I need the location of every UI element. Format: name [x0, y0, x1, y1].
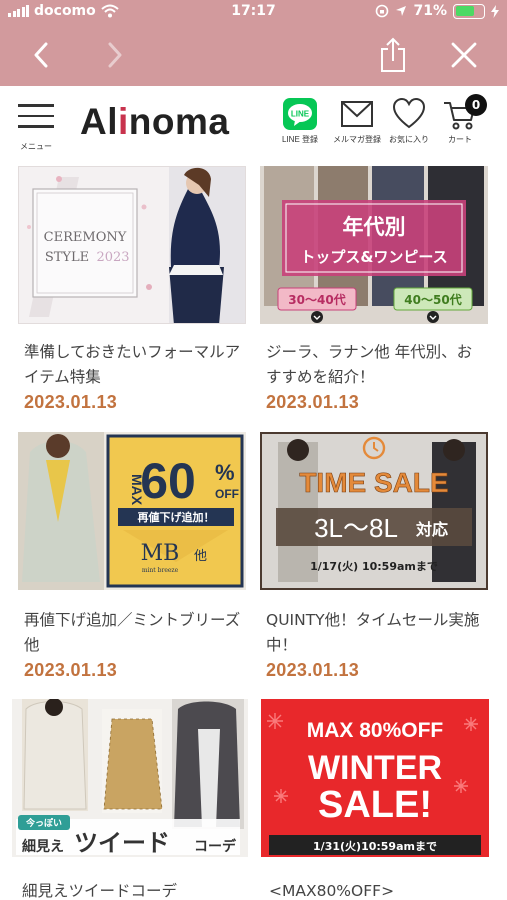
menu-icon-bar — [18, 114, 54, 117]
size-suffix: 対応 — [415, 520, 448, 539]
winter-sale-line3: SALE! — [318, 784, 432, 826]
site-logo[interactable]: Alinoma — [80, 102, 229, 142]
newsletter-button[interactable]: メルマガ登録 — [333, 98, 381, 145]
time-sale-deadline: 1/17(火) 10:59amまで — [310, 560, 438, 573]
tweed-suffix: コーデ — [194, 838, 237, 855]
back-button[interactable] — [18, 32, 64, 78]
rotation-lock-icon — [376, 4, 389, 18]
article-card-time-sale[interactable]: TIME SALE 3L～8L 対応 1/17(火) 10:59amまで QUI… — [260, 432, 488, 687]
article-card-generation[interactable]: 年代別 トップス&ワンピース 30～40代 40～50代 ジーラ、ラナン他 年代… — [260, 166, 488, 416]
charging-icon — [491, 4, 499, 18]
winter-sale-line1: MAX 80%OFF — [307, 719, 444, 742]
battery-icon — [453, 3, 485, 19]
generation-banner: 年代別 トップス&ワンピース 30～40代 40～50代 — [260, 166, 488, 324]
generation-subtitle: トップス&ワンピース — [300, 248, 447, 266]
brand-suffix: 他 — [194, 549, 207, 564]
location-icon — [396, 6, 407, 16]
favorites-label: お気に入り — [389, 135, 429, 144]
ceremony-year: 2023 — [96, 250, 129, 265]
menu-button[interactable]: メニュー — [16, 104, 56, 151]
article-image[interactable]: 今っぽい 細見え ツイード コーデ — [12, 699, 248, 857]
tweed-tag: 今っぽい — [25, 817, 62, 829]
article-date: 2023.01.13 — [266, 392, 360, 412]
battery-percent: 71% — [413, 3, 447, 19]
article-image[interactable]: MAX 60 % OFF 再値下げ追加！ MB 他 mint breeze — [18, 432, 246, 590]
chevron-left-icon — [34, 42, 48, 68]
size-range: 3L～8L — [314, 513, 398, 543]
cart-button[interactable]: 0 カート — [443, 94, 487, 145]
winter-sale-line2: WINTER — [308, 749, 442, 787]
chevron-right-icon — [108, 42, 122, 68]
winter-sale-deadline: 1/31(火)10:59amまで — [313, 840, 437, 853]
status-bar: docomo 17:17 71% — [0, 0, 507, 24]
menu-icon-bar — [18, 125, 54, 128]
off-label: OFF — [215, 487, 239, 501]
generation-title: 年代別 — [343, 214, 406, 239]
article-card-winter-sale[interactable]: MAX 80%OFF WINTER SALE! 1/31(火)10:59amまで… — [261, 699, 489, 900]
brand-sub: mint breeze — [142, 567, 179, 574]
percent-value: 60 — [140, 453, 196, 509]
article-image[interactable]: MAX 80%OFF WINTER SALE! 1/31(火)10:59amまで — [261, 699, 489, 857]
line-icon-text: LINE — [291, 110, 310, 119]
site-header: メニュー Alinoma LINE LINE 登録 メルマガ登録 お気に入り 0… — [0, 86, 507, 152]
article-image[interactable]: TIME SALE 3L～8L 対応 1/17(火) 10:59amまで — [260, 432, 488, 590]
menu-icon — [18, 104, 54, 107]
ceremony-line1: CEREMONY — [44, 230, 127, 245]
article-card-tweed[interactable]: 今っぽい 細見え ツイード コーデ 細見えツイードコーデ — [12, 699, 248, 900]
price-down-strip: 再値下げ追加！ — [138, 510, 215, 524]
logo-prefix: Al — [80, 101, 118, 142]
percent-sign: % — [215, 460, 235, 485]
article-date: 2023.01.13 — [24, 660, 118, 680]
browser-toolbar — [0, 24, 507, 86]
article-title[interactable]: 細見えツイードコーデ — [22, 879, 242, 900]
article-title[interactable]: <MAX80%OFF> — [269, 879, 489, 900]
mail-icon — [341, 101, 373, 127]
heart-icon — [392, 98, 426, 129]
ceremony-line2: STYLE — [45, 250, 89, 265]
article-card-ceremony[interactable]: CEREMONY STYLE 2023 準備しておきたいフォーマルアイテム特集 … — [18, 166, 246, 416]
line-register-button[interactable]: LINE LINE 登録 — [282, 98, 318, 145]
newsletter-label: メルマガ登録 — [333, 135, 381, 144]
menu-label: メニュー — [20, 142, 52, 151]
winter-sale-banner: MAX 80%OFF WINTER SALE! 1/31(火)10:59amまで — [261, 699, 489, 857]
ceremony-banner: CEREMONY STYLE 2023 — [19, 167, 245, 323]
forward-button[interactable] — [92, 32, 138, 78]
generation-tag-left: 30～40代 — [288, 292, 345, 307]
line-register-label: LINE 登録 — [282, 135, 319, 144]
brand-label: MB — [141, 541, 180, 566]
line-icon: LINE — [283, 98, 317, 130]
article-date: 2023.01.13 — [266, 660, 360, 680]
generation-tag-right: 40～50代 — [404, 292, 461, 307]
time-sale-banner: TIME SALE 3L～8L 対応 1/17(火) 10:59amまで — [260, 432, 488, 590]
cart-count-badge: 0 — [465, 94, 487, 116]
article-title[interactable]: 準備しておきたいフォーマルアイテム特集 — [24, 340, 244, 390]
article-title[interactable]: 再値下げ追加／ミントブリーズ他 — [24, 608, 244, 658]
cart-label: カート — [448, 135, 472, 144]
share-icon — [381, 37, 405, 72]
logo-accent: i — [118, 101, 129, 142]
article-image[interactable]: CEREMONY STYLE 2023 — [18, 166, 246, 324]
status-right: 71% — [375, 3, 499, 19]
price-down-banner: MAX 60 % OFF 再値下げ追加！ MB 他 mint breeze — [18, 432, 246, 590]
time-sale-headline: TIME SALE — [299, 467, 448, 498]
tweed-banner: 今っぽい 細見え ツイード コーデ — [12, 699, 248, 857]
article-card-price-down[interactable]: MAX 60 % OFF 再値下げ追加！ MB 他 mint breeze 再値… — [18, 432, 246, 687]
close-icon — [451, 42, 477, 68]
logo-suffix: noma — [128, 101, 230, 142]
share-button[interactable] — [370, 32, 416, 78]
article-image[interactable]: 年代別 トップス&ワンピース 30～40代 40～50代 — [260, 166, 488, 324]
favorites-button[interactable]: お気に入り — [389, 98, 429, 145]
tweed-prefix: 細見え — [22, 838, 64, 855]
tweed-main: ツイード — [74, 829, 170, 857]
close-button[interactable] — [441, 32, 487, 78]
article-title[interactable]: ジーラ、ラナン他 年代別、おすすめを紹介！ — [266, 340, 486, 390]
article-title[interactable]: QUINTY他！タイムセール実施中！ — [266, 608, 486, 658]
article-date: 2023.01.13 — [24, 392, 118, 412]
